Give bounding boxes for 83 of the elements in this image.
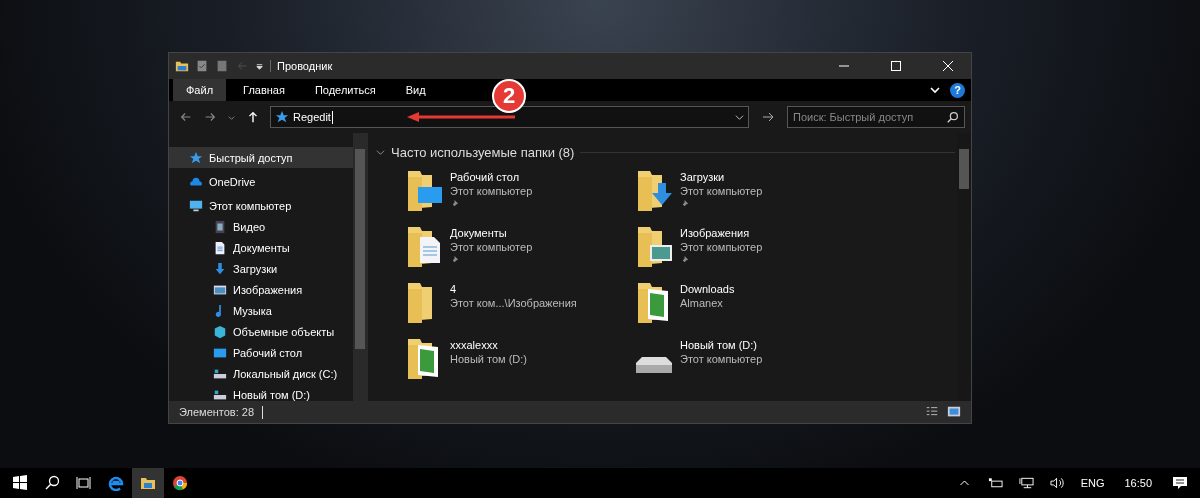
- nav-item[interactable]: Изображения: [169, 279, 353, 300]
- nav-item[interactable]: Документы: [169, 237, 353, 258]
- folder-location: Новый том (D:): [450, 353, 527, 365]
- network-icon[interactable]: [1018, 477, 1034, 489]
- folder-name: Загрузки: [680, 171, 726, 183]
- drive-icon: [634, 357, 674, 373]
- battery-icon[interactable]: [987, 477, 1003, 489]
- ribbon-tab[interactable]: Главная: [230, 79, 298, 101]
- collapse-icon[interactable]: [376, 147, 385, 157]
- nav-item[interactable]: Видео: [169, 216, 353, 237]
- nav-item[interactable]: Рабочий стол: [169, 342, 353, 363]
- folder-location: Этот компьютер: [680, 241, 763, 253]
- folder-tile[interactable]: Новый том (D:) Этот компьютер: [634, 335, 864, 391]
- computer-icon: [189, 198, 203, 213]
- dropdown-icon[interactable]: [255, 61, 264, 71]
- scrollbar[interactable]: [353, 133, 367, 401]
- browser-e-icon[interactable]: [108, 475, 124, 491]
- nav-item[interactable]: Объемные объекты: [169, 321, 353, 342]
- ribbon-tab[interactable]: Файл: [173, 79, 227, 101]
- browser-round-icon[interactable]: [172, 475, 188, 491]
- folder-tile[interactable]: Изображения Этот компьютер: [634, 223, 864, 279]
- folder-name: Новый том (D:): [680, 339, 758, 351]
- document-icon: [213, 240, 227, 255]
- arrow-right-icon: [762, 111, 774, 123]
- chevron-icon[interactable]: [930, 85, 940, 95]
- star-icon: [189, 150, 203, 165]
- nav-item[interactable]: Локальный диск (C:): [169, 363, 353, 384]
- folder-location: Этот компьютер: [680, 185, 763, 197]
- address-field[interactable]: Regedit: [270, 106, 749, 128]
- folder-name: Документы: [450, 227, 508, 239]
- folder-icon: [140, 475, 156, 491]
- folder-icon: [175, 59, 189, 73]
- folder-name: Рабочий стол: [450, 171, 521, 183]
- folder-tile[interactable]: Документы Этот компьютер: [404, 223, 634, 279]
- properties-icon[interactable]: [195, 59, 209, 73]
- nav-item[interactable]: OneDrive: [169, 171, 353, 192]
- folder-location: Этот ком...\Изображения: [450, 297, 577, 309]
- maximize-icon: [891, 61, 901, 71]
- nav-item[interactable]: Музыка: [169, 300, 353, 321]
- folder-tile[interactable]: 4 Этот ком...\Изображения: [404, 279, 634, 335]
- help-button[interactable]: ?: [950, 82, 965, 98]
- new-folder-icon[interactable]: [215, 59, 229, 73]
- clock[interactable]: 16:50: [1124, 477, 1152, 489]
- star-icon: [275, 110, 289, 124]
- close-icon: [943, 61, 953, 71]
- up-icon[interactable]: [246, 110, 260, 124]
- film-icon: [213, 219, 227, 234]
- group-header: Часто используемые папки (8): [391, 144, 575, 160]
- folder-location: Этот компьютер: [680, 353, 763, 365]
- download-arrow-icon: [213, 261, 227, 276]
- folder-name: 4: [450, 283, 458, 295]
- folder-name: Downloads: [680, 283, 735, 295]
- start-icon[interactable]: [12, 475, 28, 491]
- taskbar-folder-button[interactable]: [132, 468, 164, 498]
- notifications-icon[interactable]: [1172, 475, 1188, 491]
- dropdown-icon[interactable]: [735, 112, 744, 122]
- nav-item[interactable]: Этот компьютер: [169, 195, 353, 216]
- folder-tile[interactable]: xxxalexxx Новый том (D:): [404, 335, 634, 391]
- folder-tile[interactable]: Downloads Almanex: [634, 279, 864, 335]
- search-field[interactable]: Поиск: Быстрый доступ: [787, 106, 965, 128]
- folder-name: Изображения: [680, 227, 751, 239]
- folder-tile[interactable]: Рабочий стол Этот компьютер: [404, 167, 634, 223]
- item-count: Элементов: 28: [179, 406, 255, 418]
- task-view-icon[interactable]: [76, 475, 92, 491]
- language-indicator[interactable]: ENG: [1080, 477, 1105, 489]
- nav-item[interactable]: Быстрый доступ: [169, 147, 353, 168]
- ribbon-tab[interactable]: Поделиться: [301, 79, 389, 101]
- window-title: Проводник: [270, 60, 333, 72]
- tiles-view-icon[interactable]: [947, 405, 961, 419]
- ribbon-tab[interactable]: Вид: [392, 79, 439, 101]
- nav-item[interactable]: Новый том (D:): [169, 384, 353, 405]
- folder-location: Almanex: [680, 297, 724, 309]
- search-icon[interactable]: [44, 475, 60, 491]
- search-icon: [946, 110, 960, 124]
- folder-name: xxxalexxx: [450, 339, 499, 351]
- volume-icon[interactable]: [1049, 477, 1065, 489]
- folder-location: Этот компьютер: [450, 185, 533, 197]
- forward-icon[interactable]: [203, 110, 217, 124]
- nav-item[interactable]: Загрузки: [169, 258, 353, 279]
- folder-tile[interactable]: Загрузки Этот компьютер: [634, 167, 864, 223]
- folder-location: Этот компьютер: [450, 241, 533, 253]
- cube-icon: [213, 324, 227, 339]
- back-icon[interactable]: [179, 110, 193, 124]
